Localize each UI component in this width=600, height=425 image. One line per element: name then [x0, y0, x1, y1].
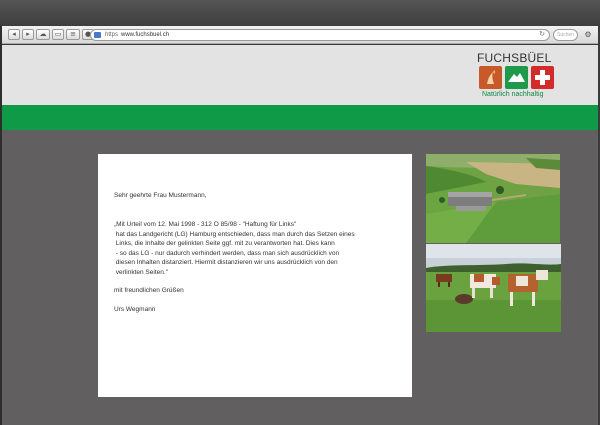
logo-title: FUCHSBÜEL	[477, 51, 552, 65]
letter-quote-line: verlinkten Seiten."	[114, 268, 168, 276]
search-placeholder: Suchen	[557, 32, 574, 38]
back-button[interactable]: ◂	[8, 29, 20, 40]
letter-quote-line: hat das Landgericht (LG) Hamburg entschi…	[114, 230, 355, 238]
reload-icon[interactable]: ↻	[539, 30, 545, 40]
window-titlebar	[0, 0, 600, 26]
cows-pasture-photo	[426, 244, 561, 332]
letter-panel: Sehr geehrte Frau Mustermann, „Mit Urtei…	[98, 154, 412, 397]
url-scheme: https	[105, 32, 119, 38]
fox-icon	[479, 66, 502, 89]
letter-quote-line: diesen Inhalten distanziert. Hiermit dis…	[114, 259, 338, 266]
search-field[interactable]: Suchen	[553, 29, 578, 41]
logo-tagline: Natürlich nachhaltig	[482, 91, 544, 98]
mountain-icon	[505, 66, 528, 89]
letter-quote-line: - so das LG - nur dadurch verhindert wer…	[114, 249, 340, 257]
url-text: www.fuchsbuel.ch	[121, 32, 170, 38]
site-favicon-icon	[94, 32, 101, 38]
letter-quote-line: „Mit Urteil vom 12. Mai 1998 - 312 O 85/…	[114, 221, 297, 228]
letter-closing: mit freundlichen Grüßen	[114, 287, 184, 294]
swiss-cross-icon	[531, 66, 554, 89]
farm-aerial-photo	[426, 154, 560, 243]
browser-toolbar: ◂ ▸ ☁ ▭ ≡ ● + httpswww.fuchsbuel.ch ↻ Su…	[2, 26, 598, 44]
share-button[interactable]: ▭	[52, 29, 64, 40]
letter-quote-line: Links, die Inhalte der gelinkten Seite g…	[114, 240, 335, 247]
forward-button[interactable]: ▸	[22, 29, 34, 40]
bookmarks-button[interactable]: ≡	[66, 29, 80, 40]
letter-signature: Urs Wegmann	[114, 306, 156, 313]
site-logo[interactable]: FUCHSBÜEL Natürlich nachhaltig	[477, 51, 557, 101]
green-banner	[2, 105, 598, 130]
address-bar[interactable]: https www.fuchsbuel.ch ↻	[90, 29, 550, 41]
gear-icon[interactable]: ⚙	[582, 29, 594, 41]
icloud-button[interactable]: ☁	[36, 29, 50, 40]
letter-salutation: Sehr geehrte Frau Mustermann,	[114, 192, 207, 199]
